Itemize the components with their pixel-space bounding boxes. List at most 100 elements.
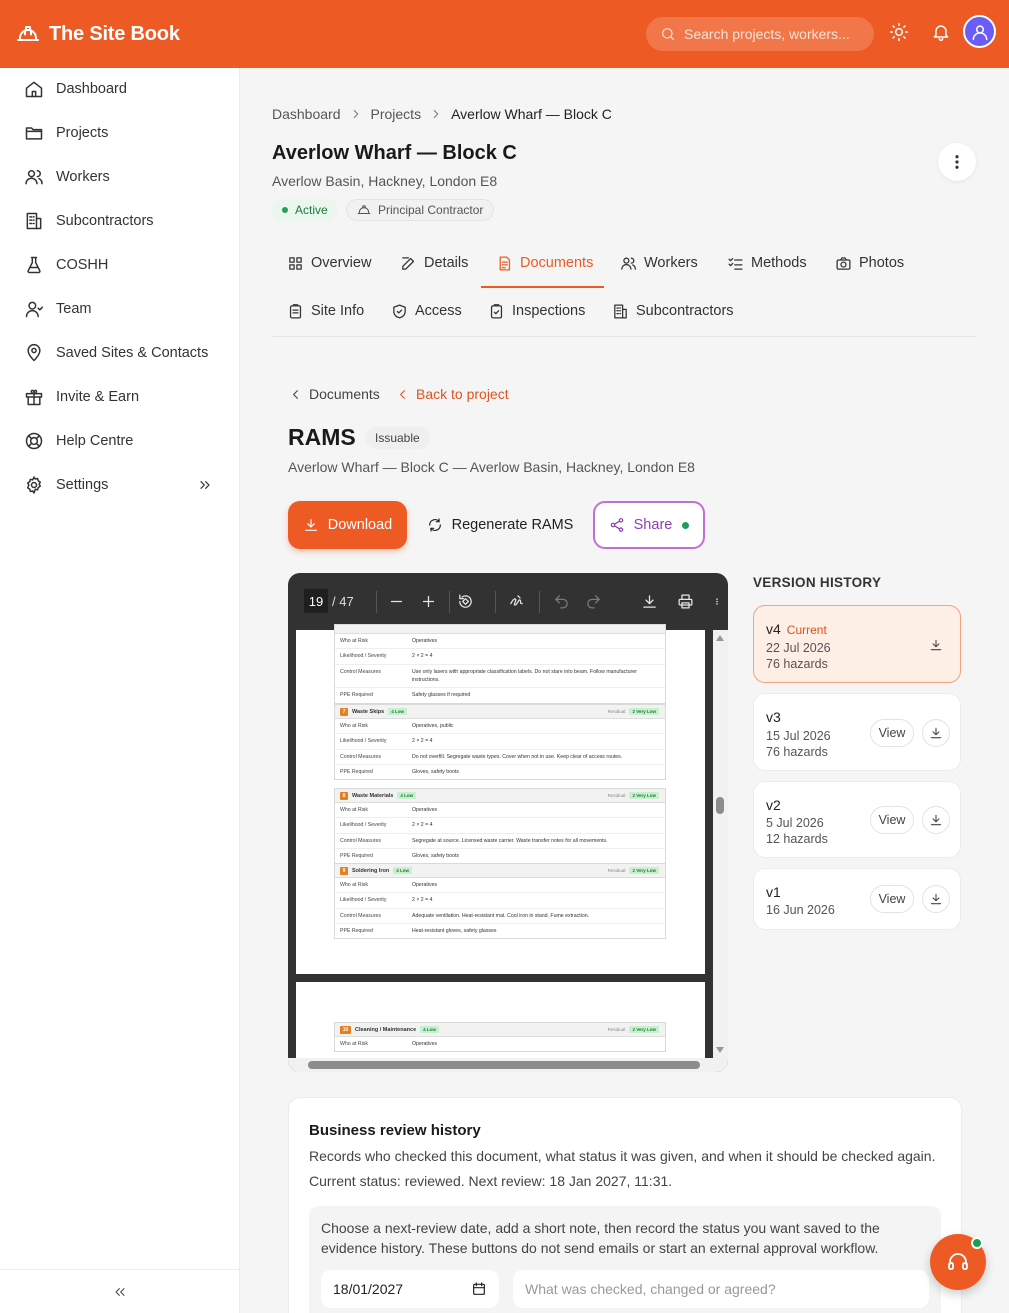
tab-subcontractors[interactable]: Subcontractors	[612, 296, 734, 326]
version-card[interactable]: v2 5 Jul 2026 12 hazards View	[753, 781, 961, 858]
tab-methods[interactable]: Methods	[727, 248, 807, 278]
version-download-button[interactable]	[922, 806, 950, 834]
hazard-number: 9	[340, 866, 348, 875]
sidebar-item-settings[interactable]: Settings	[0, 463, 239, 507]
redo-button[interactable]	[585, 593, 602, 610]
download-icon	[303, 517, 328, 533]
share-label: Share	[633, 517, 673, 533]
sidebar-collapse-button[interactable]	[0, 1269, 239, 1313]
tab-access[interactable]: Access	[391, 296, 462, 326]
notifications-button[interactable]	[931, 22, 951, 42]
sidebar-item-coshh[interactable]: COSHH	[0, 243, 239, 287]
download-button[interactable]: Download	[288, 501, 407, 549]
edit-icon	[400, 255, 424, 272]
next-review-date-input[interactable]: 18/01/2027	[321, 1270, 499, 1308]
rotate-icon	[457, 593, 474, 610]
sidebar-item-help-centre[interactable]: Help Centre	[0, 419, 239, 463]
print-button[interactable]	[677, 593, 694, 610]
redo-icon	[585, 593, 602, 610]
rotate-button[interactable]	[457, 593, 474, 610]
user-avatar[interactable]	[963, 15, 996, 48]
double-chevron-right-icon[interactable]	[197, 477, 213, 493]
zoom-out-button[interactable]	[388, 593, 405, 610]
search-bar[interactable]	[646, 17, 874, 51]
support-chat-button[interactable]	[930, 1234, 986, 1290]
scroll-up-arrow[interactable]	[716, 635, 724, 641]
regenerate-rams-button[interactable]: Regenerate RAMS	[419, 501, 581, 549]
tab-documents[interactable]: Documents	[496, 248, 593, 278]
tab-label: Details	[424, 255, 469, 271]
documents-link[interactable]: Documents	[288, 386, 380, 402]
refresh-icon	[427, 517, 452, 533]
hazard-row-value: Use only lasers with appropriate classif…	[412, 668, 637, 683]
hazard-row-value: Operatives	[412, 807, 438, 813]
sidebar-item-team[interactable]: Team	[0, 287, 239, 331]
tab-photos[interactable]: Photos	[835, 248, 904, 278]
tab-overview[interactable]: Overview	[287, 248, 371, 278]
review-note-input[interactable]	[513, 1270, 929, 1308]
back-link-label: Back to project	[416, 386, 509, 402]
vertical-scrollbar[interactable]	[713, 630, 728, 1058]
hazard-row: Who at Risk Operatives, public	[335, 719, 665, 735]
pdf-download-button[interactable]	[641, 593, 658, 610]
hazard-number: 10	[340, 1025, 351, 1034]
version-name: v1	[766, 884, 781, 900]
hazard-name: Soldering Iron	[352, 867, 390, 874]
hazard-row-key: Likelihood / Severity	[340, 822, 387, 829]
breadcrumb-dashboard[interactable]: Dashboard	[272, 106, 341, 122]
version-download-button[interactable]	[922, 885, 950, 913]
sidebar-item-dashboard[interactable]: Dashboard	[0, 67, 239, 111]
undo-button[interactable]	[553, 593, 570, 610]
hazard-row-value: Operatives	[412, 638, 438, 644]
version-download-button[interactable]	[922, 719, 950, 747]
scroll-thumb[interactable]	[308, 1061, 700, 1069]
horizontal-scrollbar[interactable]	[288, 1058, 728, 1072]
sidebar: Dashboard Projects Workers Subcontractor…	[0, 68, 240, 1313]
document-title: RAMS	[288, 424, 356, 450]
hazard-row-value: 2 × 2 = 4	[412, 822, 433, 829]
project-menu-button[interactable]	[938, 143, 976, 181]
hazard-row-key: Who at Risk	[340, 638, 368, 644]
pdf-viewer[interactable]: 19 / 47 Who at Risk Operatives Likelihood…	[288, 573, 728, 1072]
calendar-icon[interactable]	[471, 1281, 487, 1297]
theme-toggle-button[interactable]	[889, 22, 909, 42]
pdf-more-button[interactable]	[713, 593, 721, 610]
scroll-thumb[interactable]	[716, 797, 724, 814]
back-to-project-link[interactable]: Back to project	[395, 386, 509, 402]
flask-icon	[24, 255, 44, 275]
version-card-current[interactable]: v4 Current 22 Jul 2026 76 hazards	[753, 605, 961, 683]
scroll-down-arrow[interactable]	[716, 1047, 724, 1053]
share-button[interactable]: Share	[593, 501, 705, 549]
hazard-row-key: Likelihood / Severity	[340, 738, 387, 745]
tab-label: Access	[415, 303, 462, 319]
version-view-button[interactable]: View	[870, 719, 914, 747]
sidebar-item-invite-earn[interactable]: Invite & Earn	[0, 375, 239, 419]
sidebar-item-subcontractors[interactable]: Subcontractors	[0, 199, 239, 243]
draw-button[interactable]	[508, 593, 525, 610]
version-view-button[interactable]: View	[870, 885, 914, 913]
grid-icon	[287, 255, 311, 272]
hazard-row: Likelihood / Severity 2 × 2 = 4	[335, 818, 665, 834]
tab-details[interactable]: Details	[400, 248, 468, 278]
version-card[interactable]: v1 16 Jun 2026 View	[753, 868, 961, 930]
hazard-row-key: Control Measures	[340, 912, 381, 919]
tab-workers[interactable]: Workers	[620, 248, 698, 278]
version-card[interactable]: v3 15 Jul 2026 76 hazards View	[753, 693, 961, 771]
search-input[interactable]	[684, 26, 859, 42]
sidebar-item-projects[interactable]: Projects	[0, 111, 239, 155]
brand[interactable]: The Site Book	[16, 22, 180, 46]
sun-icon	[889, 22, 909, 42]
risk-rating-chip: 4 Low	[397, 792, 417, 799]
sidebar-item-workers[interactable]: Workers	[0, 155, 239, 199]
breadcrumb-projects[interactable]: Projects	[371, 106, 422, 122]
tab-inspections[interactable]: Inspections	[488, 296, 585, 326]
tab-site-info[interactable]: Site Info	[287, 296, 364, 326]
version-download-button[interactable]	[922, 631, 950, 659]
version-date: 5 Jul 2026	[766, 816, 824, 830]
hazard-number: 8	[340, 791, 348, 800]
sidebar-item-saved-sites[interactable]: Saved Sites & Contacts	[0, 331, 239, 375]
version-view-button[interactable]: View	[870, 806, 914, 834]
page-number-input[interactable]: 19	[304, 589, 328, 613]
zoom-in-button[interactable]	[420, 593, 437, 610]
breadcrumb-current: Averlow Wharf — Block C	[451, 106, 612, 122]
